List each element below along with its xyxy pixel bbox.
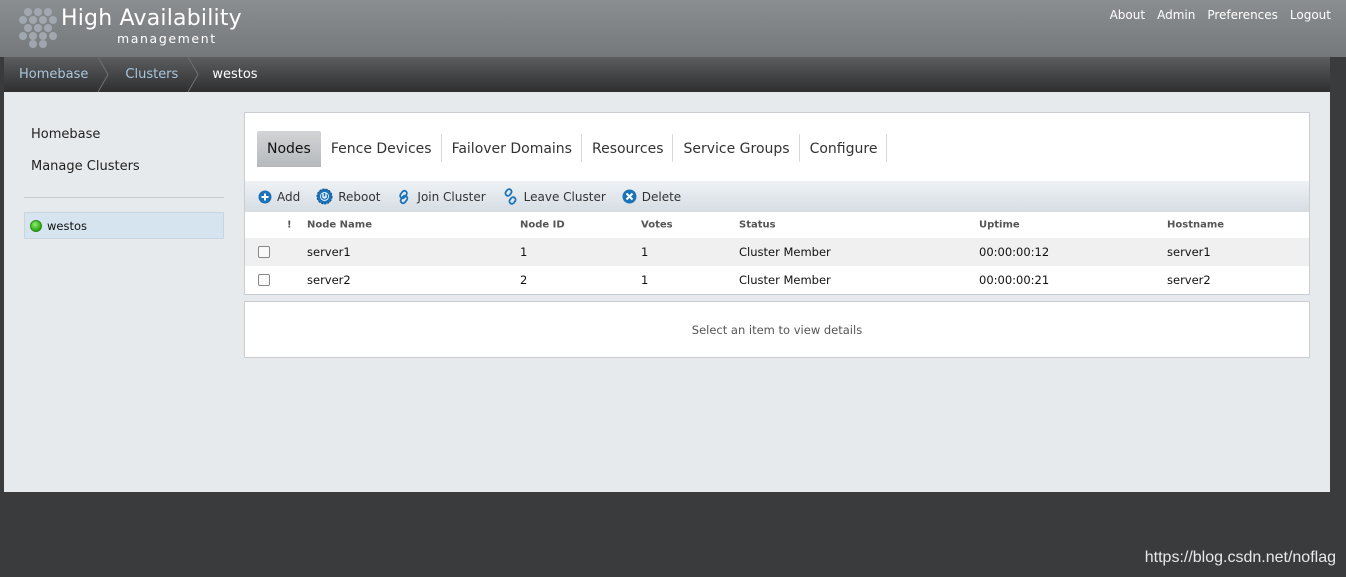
sidebar-divider <box>24 197 224 198</box>
app-header: High Availability management About Admin… <box>0 0 1346 57</box>
breadcrumb-separator-icon <box>97 57 109 92</box>
link-icon <box>399 189 409 204</box>
reboot-button[interactable]: Reboot <box>316 188 380 205</box>
hostname-column-header[interactable]: Hostname <box>1167 220 1224 231</box>
status-column-header[interactable]: Status <box>739 220 776 231</box>
status-ok-icon <box>30 219 42 232</box>
votes-column-header[interactable]: Votes <box>641 220 673 231</box>
table-row[interactable]: server2 2 1 Cluster Member 00:00:00:21 s… <box>245 266 1309 294</box>
votes-cell: 1 <box>641 273 649 287</box>
add-icon <box>258 190 272 203</box>
hostname-cell: server1 <box>1167 245 1211 259</box>
admin-link[interactable]: Admin <box>1157 8 1195 22</box>
node-name-column-header[interactable]: Node Name <box>307 220 372 231</box>
breadcrumb-current: westos <box>200 57 279 92</box>
tab-resources[interactable]: Resources <box>582 131 674 167</box>
leave-cluster-button[interactable]: Leave Cluster <box>502 188 606 205</box>
app-subtitle: management <box>117 31 217 46</box>
table-row[interactable]: server1 1 1 Cluster Member 00:00:00:12 s… <box>245 238 1309 266</box>
app-title: High Availability <box>61 6 242 31</box>
details-placeholder: Select an item to view details <box>691 322 863 337</box>
delete-label: Delete <box>641 189 682 204</box>
alert-column-header: ! <box>287 219 292 231</box>
table-header: ! Node Name Node ID Votes Status Uptime … <box>245 212 1309 238</box>
breadcrumb: Homebase Clusters westos <box>4 57 1330 92</box>
status-cell: Cluster Member <box>739 273 831 287</box>
reboot-icon <box>316 188 333 205</box>
node-id-column-header[interactable]: Node ID <box>520 220 565 231</box>
sidebar-item-cluster[interactable]: westos <box>24 212 224 239</box>
unlink-icon <box>504 188 517 205</box>
node-toolbar: Add Reboot Join Cluster Leave Cluster De… <box>245 181 1309 212</box>
hostname-cell: server2 <box>1167 273 1211 287</box>
join-cluster-label: Join Cluster <box>417 189 486 204</box>
logo-icon <box>19 8 57 48</box>
preferences-link[interactable]: Preferences <box>1207 8 1278 22</box>
join-cluster-button[interactable]: Join Cluster <box>396 189 486 205</box>
uptime-cell: 00:00:00:12 <box>979 245 1050 259</box>
node-name-cell: server2 <box>307 273 351 287</box>
about-link[interactable]: About <box>1110 8 1145 22</box>
details-panel: Select an item to view details <box>244 301 1310 358</box>
add-label: Add <box>277 189 301 204</box>
cluster-name: westos <box>47 218 88 233</box>
breadcrumb-label: Clusters <box>125 67 179 82</box>
breadcrumb-clusters[interactable]: Clusters <box>110 57 200 92</box>
votes-cell: 1 <box>641 245 649 259</box>
row-checkbox[interactable] <box>258 274 270 286</box>
tab-nodes[interactable]: Nodes <box>257 131 321 167</box>
tab-configure[interactable]: Configure <box>800 131 888 167</box>
breadcrumb-label: westos <box>212 67 258 82</box>
delete-icon <box>622 189 637 204</box>
main-content: Homebase Manage Clusters westos Nodes Fe… <box>4 92 1330 492</box>
row-checkbox[interactable] <box>258 246 270 258</box>
nodes-panel: Nodes Fence Devices Failover Domains Res… <box>244 112 1310 295</box>
add-button[interactable]: Add <box>258 190 300 204</box>
top-nav: About Admin Preferences Logout <box>1098 8 1331 22</box>
node-name-cell: server1 <box>307 245 351 259</box>
logout-link[interactable]: Logout <box>1290 8 1331 22</box>
reboot-label: Reboot <box>338 189 381 204</box>
uptime-cell: 00:00:00:21 <box>979 273 1050 287</box>
sidebar-nav: Homebase Manage Clusters <box>31 127 140 191</box>
watermark: https://blog.csdn.net/noflag <box>1144 549 1336 566</box>
tab-failover-domains[interactable]: Failover Domains <box>442 131 583 167</box>
nodes-table: ! Node Name Node ID Votes Status Uptime … <box>245 212 1309 294</box>
tab-fence-devices[interactable]: Fence Devices <box>321 131 442 167</box>
sidebar-item-homebase[interactable]: Homebase <box>31 127 140 159</box>
tab-service-groups[interactable]: Service Groups <box>673 131 800 167</box>
node-id-cell: 1 <box>520 245 528 259</box>
node-id-cell: 2 <box>520 273 528 287</box>
uptime-column-header[interactable]: Uptime <box>979 220 1020 231</box>
breadcrumb-homebase[interactable]: Homebase <box>4 57 110 92</box>
breadcrumb-separator-icon <box>187 57 199 92</box>
sidebar-item-manage-clusters[interactable]: Manage Clusters <box>31 159 140 191</box>
breadcrumb-label: Homebase <box>19 67 89 82</box>
delete-button[interactable]: Delete <box>622 189 681 204</box>
status-cell: Cluster Member <box>739 245 831 259</box>
tab-bar: Nodes Fence Devices Failover Domains Res… <box>257 131 888 167</box>
leave-cluster-label: Leave Cluster <box>523 189 606 204</box>
